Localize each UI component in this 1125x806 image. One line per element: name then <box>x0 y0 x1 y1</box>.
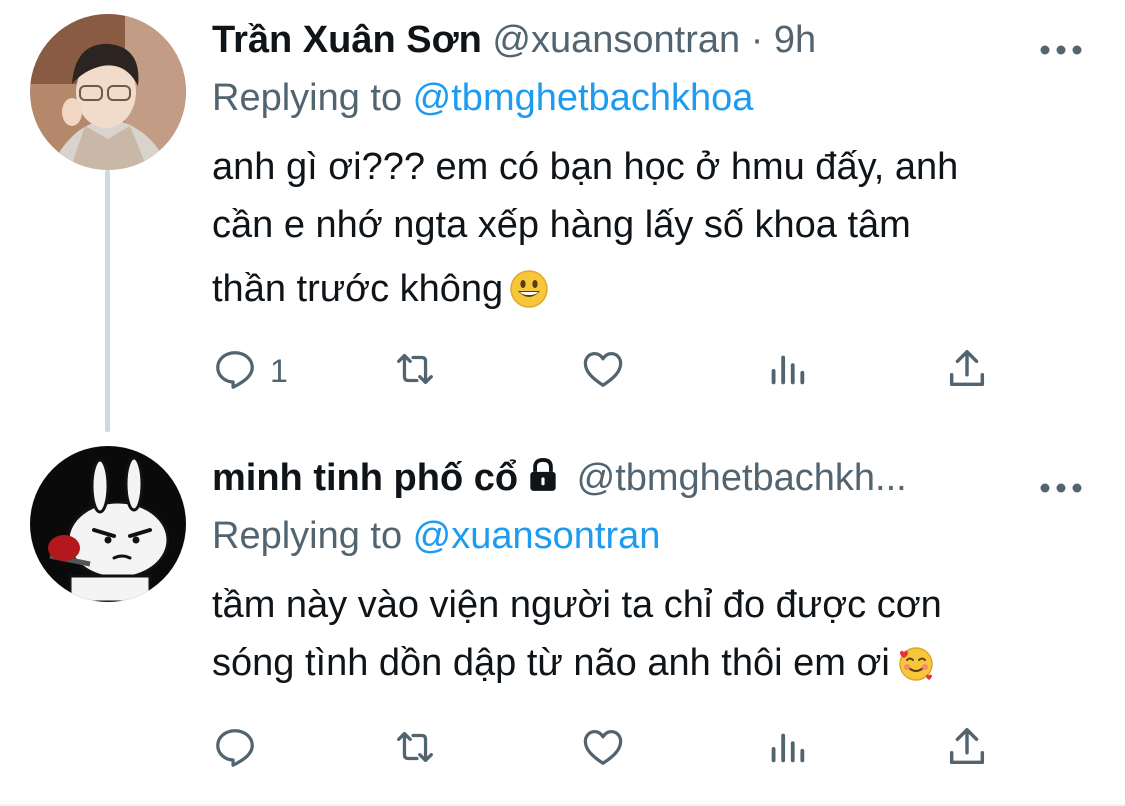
avatar-tbmghetbachkhoa[interactable] <box>30 446 186 602</box>
like-button[interactable] <box>580 348 626 394</box>
replying-to: Replying to @tbmghetbachkhoa <box>212 70 1085 126</box>
tweet-text: tầm này vào viện người ta chỉ đo được cơ… <box>212 576 1085 692</box>
share-button[interactable] <box>944 348 990 394</box>
tweet-text-line: anh gì ơi??? em có bạn học ở hmu đấy, an… <box>212 146 959 188</box>
tweet-1[interactable]: Trần Xuân Sơn @xuansontran · 9h Replying… <box>0 0 1125 430</box>
replying-mention[interactable]: @tbmghetbachkhoa <box>413 77 754 119</box>
retweet-icon <box>392 724 438 775</box>
retweet-button[interactable] <box>392 348 438 394</box>
tweet-2[interactable]: minh tinh phố cổ @tbmghetbachkh... Reply… <box>0 430 1125 806</box>
reply-icon <box>212 724 258 775</box>
analytics-button[interactable] <box>764 726 810 772</box>
tweet-text: anh gì ơi??? em có bạn học ở hmu đấy, an… <box>212 138 1085 318</box>
like-icon <box>580 724 626 775</box>
retweet-icon <box>392 346 438 397</box>
share-button[interactable] <box>944 726 990 772</box>
smiling-face-with-hearts-emoji-icon <box>896 642 936 682</box>
tweet-header: minh tinh phố cổ @tbmghetbachkh... <box>212 448 1085 508</box>
replying-prefix: Replying to <box>212 515 413 557</box>
replying-prefix: Replying to <box>212 77 413 119</box>
tweet-text-line: tầm này vào viện người ta chỉ đo được cơ… <box>212 584 942 626</box>
replying-mention[interactable]: @xuansontran <box>413 515 661 557</box>
lock-icon <box>524 452 562 491</box>
author-name[interactable]: Trần Xuân Sơn <box>212 19 482 61</box>
retweet-button[interactable] <box>392 726 438 772</box>
like-icon <box>580 346 626 397</box>
tweet-actions: 1 <box>212 348 992 398</box>
share-icon <box>944 346 990 397</box>
tweet-time[interactable]: 9h <box>774 19 816 61</box>
separator-dot: · <box>740 19 774 61</box>
more-icon[interactable] <box>1037 462 1085 494</box>
reply-button[interactable] <box>212 726 258 772</box>
more-icon[interactable] <box>1037 24 1085 56</box>
author-name[interactable]: minh tinh phố cổ <box>212 457 518 499</box>
avatar-xuansontran[interactable] <box>30 14 186 170</box>
share-icon <box>944 724 990 775</box>
tweet-text-line: sóng tình dồn dập từ não anh thôi em ơi <box>212 642 890 684</box>
grinning-face-emoji-icon <box>509 268 549 308</box>
author-handle[interactable]: @tbmghetbachkh... <box>577 457 907 499</box>
analytics-icon <box>764 724 810 775</box>
author-handle[interactable]: @xuansontran <box>492 19 740 61</box>
tweet-text-line: cần e nhớ ngta xếp hàng lấy số khoa tâm <box>212 204 911 246</box>
analytics-button[interactable] <box>764 348 810 394</box>
tweet-actions <box>212 726 992 776</box>
reply-count: 1 <box>270 352 288 389</box>
reply-icon <box>212 346 258 397</box>
like-button[interactable] <box>580 726 626 772</box>
replying-to: Replying to @xuansontran <box>212 508 1085 564</box>
reply-button[interactable]: 1 <box>212 348 288 394</box>
analytics-icon <box>764 346 810 397</box>
tweet-header: Trần Xuân Sơn @xuansontran · 9h <box>212 10 1085 70</box>
tweet-text-line: thần trước không <box>212 268 504 310</box>
